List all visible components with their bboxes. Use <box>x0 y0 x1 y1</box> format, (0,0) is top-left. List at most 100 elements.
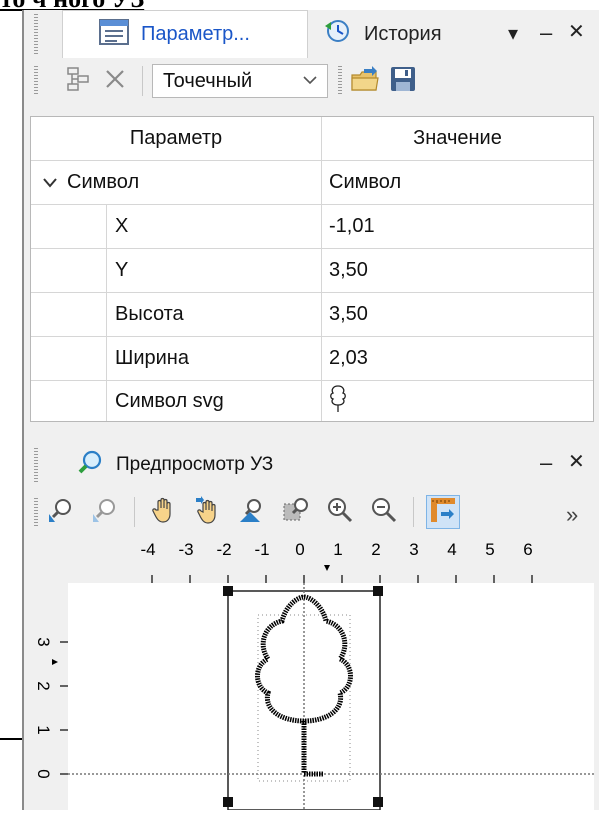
ruler-x-cursor-marker <box>324 565 330 571</box>
ruler-y-cursor-marker <box>52 659 58 665</box>
preview-magnifier-icon <box>78 449 104 481</box>
expand-chevron-icon[interactable] <box>35 161 65 204</box>
zoom-previous-icon <box>91 496 119 529</box>
column-header-parameter[interactable]: Параметр <box>31 117 321 160</box>
property-row-symbol-svg[interactable]: Символ svg <box>31 381 593 421</box>
ruler-x-label: 3 <box>409 540 418 559</box>
property-value-tree-symbol[interactable] <box>329 381 589 421</box>
delete-button[interactable] <box>100 66 130 96</box>
selection-handle[interactable] <box>223 586 233 596</box>
delete-icon <box>104 68 126 95</box>
preview-minimize-icon[interactable]: – <box>540 452 552 474</box>
ruler-y-label: 3 <box>34 637 53 646</box>
pan-realtime-icon <box>194 495 222 529</box>
preview-toolbar-grip[interactable] <box>34 498 38 528</box>
property-grid: Параметр Значение Символ Символ X -1,01 … <box>30 116 594 422</box>
group-value: Символ <box>329 171 402 193</box>
preview-close-icon[interactable]: ✕ <box>568 452 585 472</box>
toolbar-separator <box>134 497 135 527</box>
tree-structure-icon <box>66 66 92 97</box>
property-value[interactable]: 2,03 <box>329 337 589 380</box>
selection-handle[interactable] <box>373 586 383 596</box>
object-type-select-value: Точечный <box>163 69 253 92</box>
selection-handle[interactable] <box>373 797 383 807</box>
zoom-out-button[interactable] <box>367 495 401 529</box>
chevron-down-icon <box>301 71 319 95</box>
property-row-x[interactable]: X -1,01 <box>31 205 593 249</box>
toolbar-grip[interactable] <box>34 66 38 96</box>
save-icon <box>389 65 417 98</box>
ruler-y-label: 2 <box>34 681 53 690</box>
property-value[interactable]: -1,01 <box>329 205 589 248</box>
tree-symbol-icon <box>329 383 347 419</box>
preview-canvas[interactable] <box>68 583 594 811</box>
property-row-y[interactable]: Y 3,50 <box>31 249 593 293</box>
property-name: Y <box>115 259 129 281</box>
pan-realtime-button[interactable] <box>191 495 225 529</box>
tab-history[interactable]: История <box>318 12 442 56</box>
toolbar-grip-2[interactable] <box>338 66 342 96</box>
tab-grip[interactable] <box>34 14 38 56</box>
pan-hand-icon <box>150 496 178 529</box>
property-name: Высота <box>115 303 184 325</box>
zoom-in-icon <box>326 496 354 529</box>
grid-header-row: Параметр Значение <box>31 117 593 161</box>
ruler-x-label: 4 <box>447 540 456 559</box>
object-type-select[interactable]: Точечный <box>152 64 328 98</box>
panel-menu-chevron-icon[interactable]: ▾ <box>508 24 518 44</box>
vertical-ruler: 3 2 1 0 <box>30 583 68 810</box>
import-button[interactable] <box>350 65 380 98</box>
zoom-out-icon <box>370 496 398 529</box>
zoom-window-button[interactable] <box>235 495 269 529</box>
property-value[interactable]: 3,50 <box>329 293 589 336</box>
ruler-toggle-icon <box>429 496 457 529</box>
panel-minimize-icon[interactable]: – <box>540 22 552 44</box>
zoom-extent-button[interactable] <box>279 495 313 529</box>
property-value[interactable]: 3,50 <box>329 249 589 292</box>
tree-structure-button[interactable] <box>64 66 94 96</box>
ruler-x-label: 0 <box>295 540 304 559</box>
toolbar-separator <box>413 497 414 527</box>
properties-icon <box>99 18 129 51</box>
save-button[interactable] <box>388 66 418 96</box>
horizontal-ruler: -4 -3 -2 -1 0 1 2 3 4 5 6 <box>68 537 594 583</box>
preview-panel-title: Предпросмотр УЗ <box>78 449 273 481</box>
tab-parameters-label: Параметр... <box>141 23 250 45</box>
ruler-x-label: -3 <box>178 540 193 559</box>
preview-toolbar <box>44 495 460 529</box>
panel-close-icon[interactable]: ✕ <box>568 22 585 42</box>
tab-parameters[interactable]: Параметр... <box>62 10 308 58</box>
selection-handle[interactable] <box>223 797 233 807</box>
ruler-x-label: 1 <box>333 540 342 559</box>
preview-title-label: Предпросмотр УЗ <box>116 454 274 475</box>
zoom-window-icon <box>238 496 266 529</box>
ruler-x-label: -4 <box>140 540 155 559</box>
import-icon <box>350 65 380 98</box>
ruler-x-label: -2 <box>216 540 231 559</box>
group-name: Символ <box>67 171 140 193</box>
zoom-previous-button[interactable] <box>88 495 122 529</box>
preview-drawing <box>68 583 594 811</box>
horizontal-ruler-ticks: -4 -3 -2 -1 0 1 2 3 4 5 6 <box>140 540 533 583</box>
zoom-extent-icon <box>282 496 310 529</box>
group-row-symbol[interactable]: Символ Символ <box>31 161 593 205</box>
history-icon <box>322 16 352 52</box>
zoom-in-button[interactable] <box>323 495 357 529</box>
ruler-x-label: 2 <box>371 540 380 559</box>
tab-history-label: История <box>364 22 442 45</box>
property-row-width[interactable]: Ширина 2,03 <box>31 337 593 381</box>
property-row-height[interactable]: Высота 3,50 <box>31 293 593 337</box>
zoom-all-button[interactable] <box>44 495 78 529</box>
ruler-toggle-button[interactable] <box>426 495 460 529</box>
zoom-all-icon <box>47 496 75 529</box>
pan-hand-button[interactable] <box>147 495 181 529</box>
toolbar-separator <box>142 66 143 96</box>
ruler-y-label: 0 <box>34 769 53 778</box>
ruler-x-label: -1 <box>254 540 269 559</box>
toolbar-overflow-icon[interactable]: » <box>566 502 578 528</box>
ruler-x-label: 6 <box>523 540 532 559</box>
ruler-x-label: 5 <box>485 540 494 559</box>
column-header-value[interactable]: Значение <box>322 117 593 160</box>
property-name: Символ svg <box>115 389 224 412</box>
preview-grip[interactable] <box>34 448 38 484</box>
